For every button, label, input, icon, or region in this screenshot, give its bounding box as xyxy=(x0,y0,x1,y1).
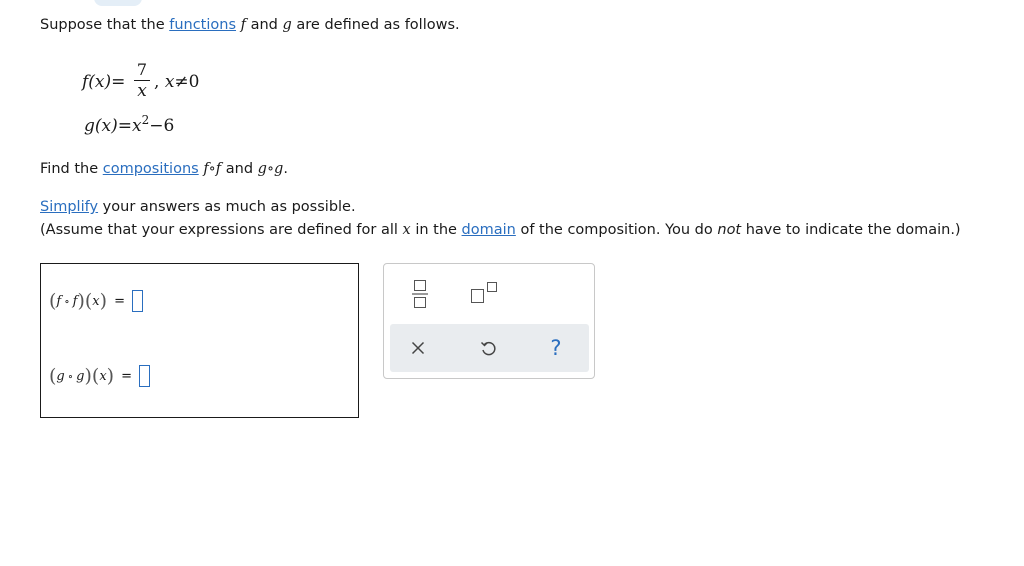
ans-ff-x: x xyxy=(92,293,100,309)
f-numerator: 7 xyxy=(136,60,148,79)
paren-open: ( xyxy=(91,364,100,387)
math-toolbar: ? xyxy=(383,263,595,379)
find-comp-gg: g∘g xyxy=(257,161,284,177)
paren-close: ) xyxy=(84,364,92,387)
assume-var: x xyxy=(402,222,411,238)
ans-gg-eq: = xyxy=(121,368,132,384)
answer-row-gg: (g ∘ g)(x) = xyxy=(49,365,150,387)
paren-close: ) xyxy=(106,364,115,387)
paren-close: ) xyxy=(99,289,108,312)
answer-row-ff: (f ∘ f)(x) = xyxy=(49,290,143,312)
g-tail: −6 xyxy=(149,116,175,136)
g-definition: g(x)=x2−6 xyxy=(84,113,175,136)
paren-open: ( xyxy=(49,364,57,387)
find-prefix: Find the xyxy=(40,161,99,177)
f-denominator: x xyxy=(137,81,147,101)
answer-ff-input[interactable] xyxy=(131,290,143,312)
simplify-link[interactable]: Simplify xyxy=(40,199,98,215)
undo-button[interactable] xyxy=(474,334,502,362)
f-comma: , xyxy=(154,72,160,92)
answer-gg-input[interactable] xyxy=(139,365,150,387)
toolbar-button-strip: ? xyxy=(390,324,589,372)
g-exponent: 2 xyxy=(141,113,150,127)
assume-part4: have to indicate the domain.) xyxy=(745,222,961,238)
exponent-icon xyxy=(471,282,497,303)
paren-open: ( xyxy=(84,289,93,312)
intro-prefix: Suppose that the xyxy=(40,17,165,33)
find-line: Find the compositions f∘f and g∘g. xyxy=(40,161,288,177)
f-cond-var: x xyxy=(164,72,175,92)
assume-part1: (Assume that your expressions are define… xyxy=(40,222,398,238)
exponent-button[interactable] xyxy=(468,280,502,306)
ans-ff-f1: f xyxy=(56,293,62,309)
simplify-line: Simplify your answers as much as possibl… xyxy=(40,199,356,215)
ans-gg-op: ∘ xyxy=(67,369,74,383)
f-condition: , x≠0 xyxy=(154,72,199,92)
help-icon: ? xyxy=(550,336,562,360)
ans-gg-g2: g xyxy=(76,368,85,384)
intro-suffix: are defined as follows. xyxy=(296,17,460,33)
domain-link[interactable]: domain xyxy=(462,222,516,238)
help-button[interactable]: ? xyxy=(542,334,570,362)
g-base: x xyxy=(131,116,142,136)
close-icon xyxy=(411,341,425,355)
clear-button[interactable] xyxy=(404,334,432,362)
answer-box: (f ∘ f)(x) = (g ∘ g)(x) = xyxy=(40,263,359,418)
intro-g: g xyxy=(282,17,292,33)
intro-and: and xyxy=(250,17,278,33)
functions-link[interactable]: functions xyxy=(169,17,236,33)
ans-ff-op: ∘ xyxy=(64,294,70,308)
assume-line: (Assume that your expressions are define… xyxy=(40,222,961,238)
assume-part3: of the composition. You do xyxy=(520,222,713,238)
ans-gg-g1: g xyxy=(56,368,65,384)
f-fraction: 7 x xyxy=(134,60,150,101)
simplify-rest: your answers as much as possible. xyxy=(102,199,356,215)
ans-ff-eq: = xyxy=(114,293,125,309)
find-and: and xyxy=(225,161,254,177)
f-cond-rest: ≠0 xyxy=(174,72,200,92)
fraction-icon xyxy=(412,280,428,308)
find-period: . xyxy=(283,161,288,177)
f-lhs: f(x)= xyxy=(82,72,126,92)
undo-icon xyxy=(480,341,496,356)
intro-line: Suppose that the functions f and g are d… xyxy=(40,17,460,33)
intro-f: f xyxy=(240,17,246,33)
ans-gg-x: x xyxy=(99,368,107,384)
g-lhs: g(x)= xyxy=(84,116,132,136)
assume-part2: in the xyxy=(415,222,457,238)
compositions-link[interactable]: compositions xyxy=(103,161,199,177)
find-comp-ff: f∘f xyxy=(203,161,222,177)
paren-close: ) xyxy=(77,289,85,312)
top-tab-indicator xyxy=(94,0,142,6)
assume-not: not xyxy=(717,222,742,238)
fraction-button[interactable] xyxy=(408,278,432,310)
